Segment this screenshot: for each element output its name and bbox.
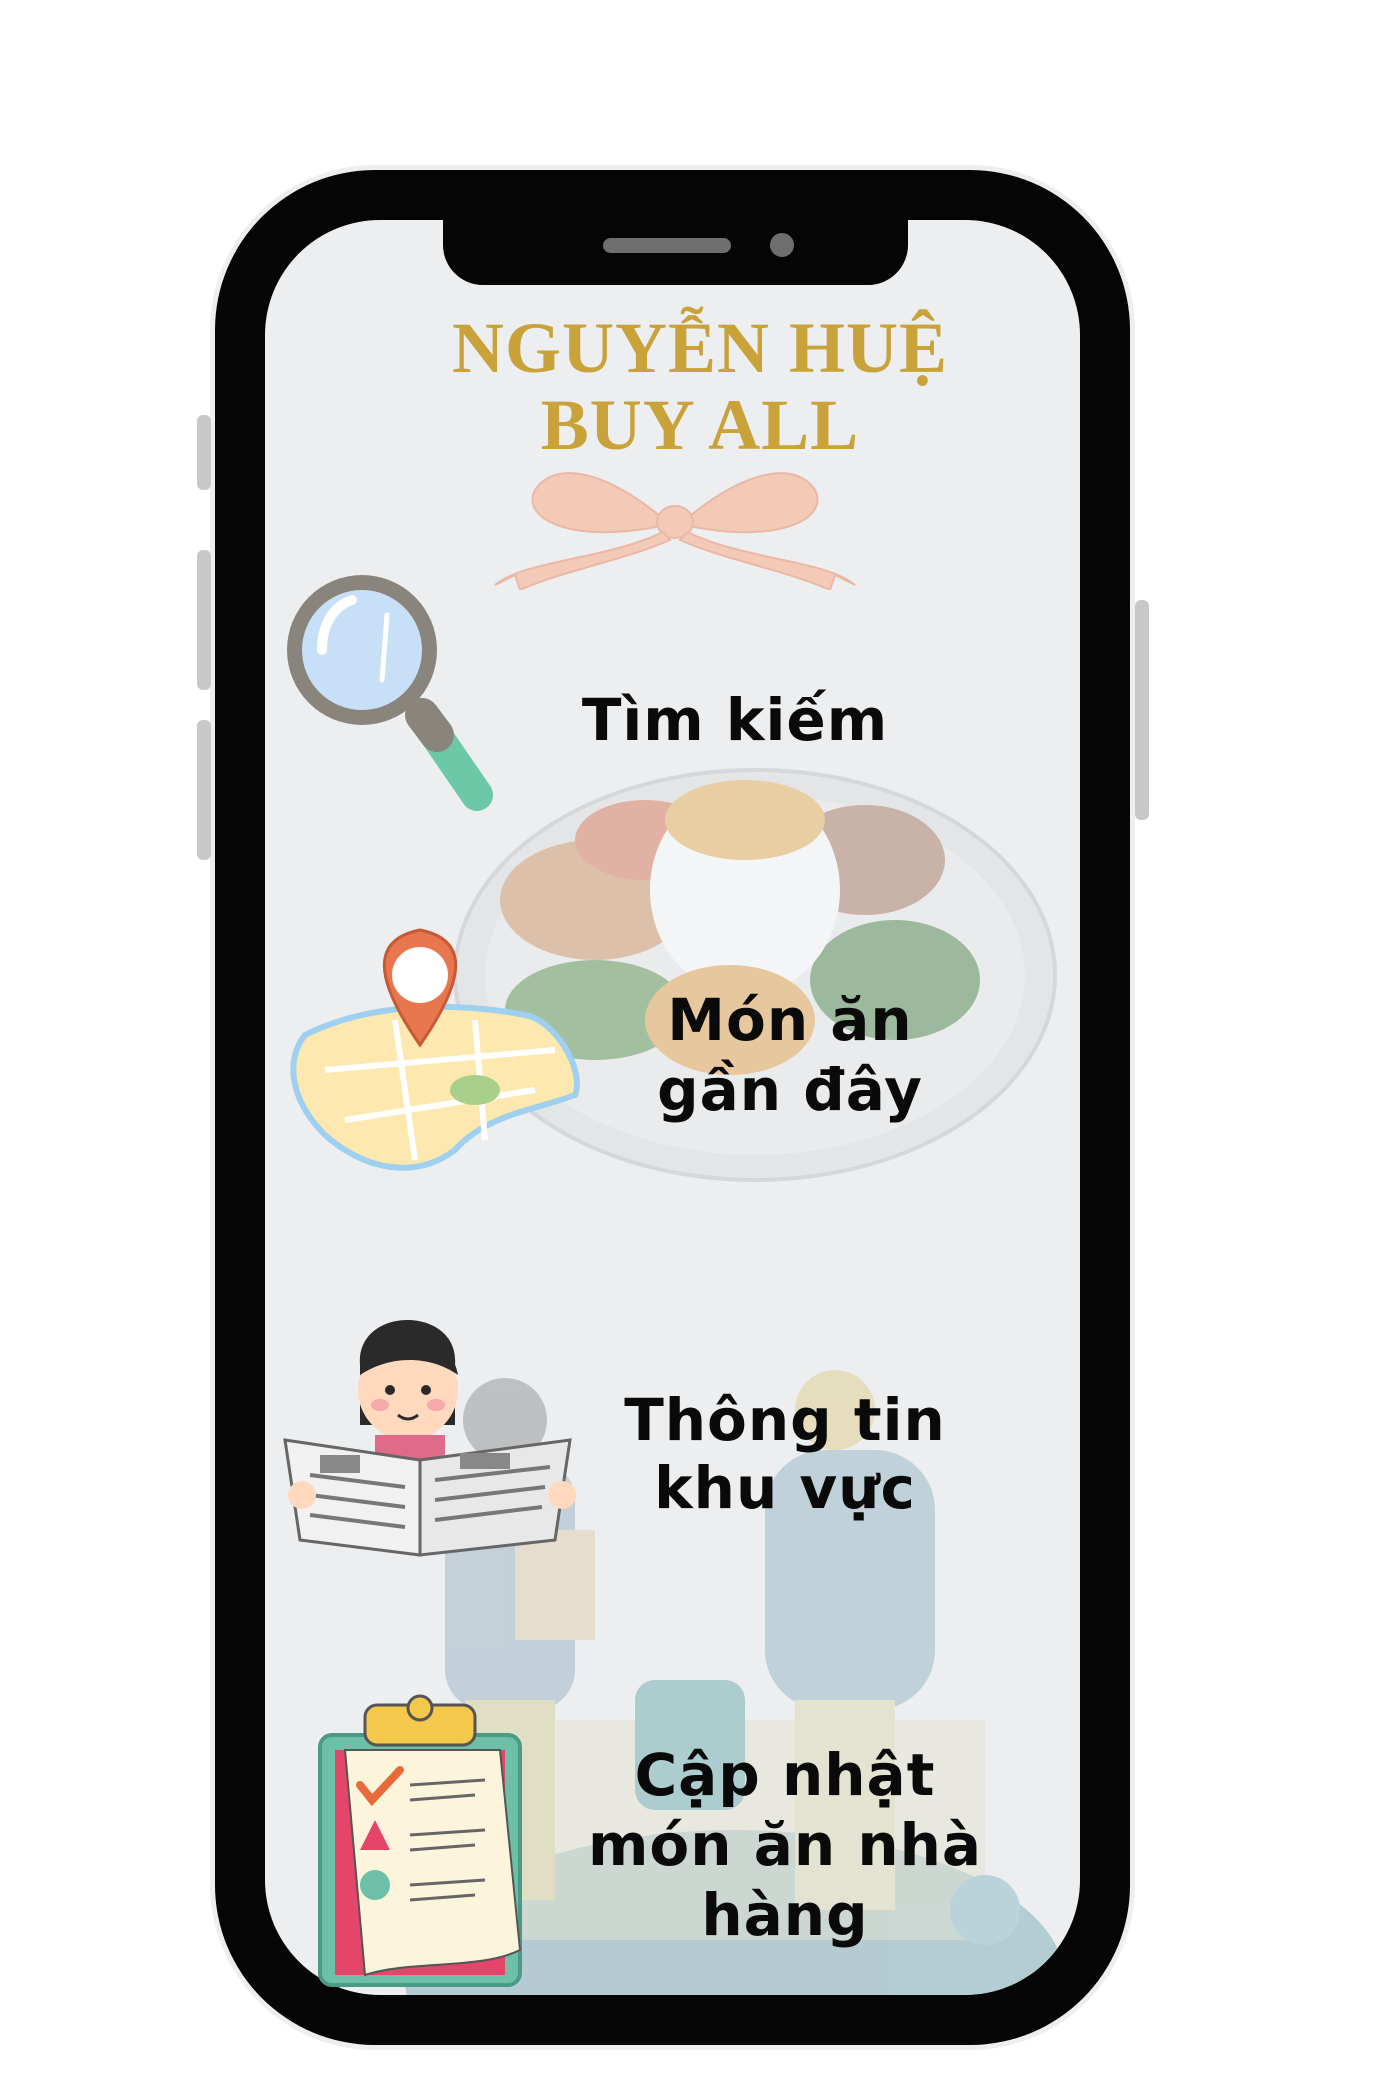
app-title-line-1: NGUYỄN HUỆ	[451, 308, 949, 388]
newspaper-reader-icon	[283, 1320, 576, 1557]
menu-label-update-dishes-line-2: món ăn nhà	[587, 1811, 983, 1879]
volume-up-button	[197, 550, 211, 690]
menu-item-nearby-food[interactable]: Món ăn gần đây	[265, 920, 1080, 1190]
menu-item-search[interactable]: Tìm kiếm	[265, 560, 1080, 820]
menu-label-update-dishes-line-3: hàng	[701, 1881, 869, 1949]
menu-label-area-info-line-1: Thông tin	[624, 1386, 946, 1454]
power-button	[1135, 600, 1149, 820]
menu-label-update-dishes-line-1: Cập nhật	[634, 1741, 936, 1809]
clipboard-checklist-icon	[318, 1694, 522, 1987]
menu-label-area-info-line-2: khu vực	[654, 1454, 916, 1522]
menu-label-nearby-food-line-2: gần đây	[657, 1056, 923, 1124]
volume-down-button	[197, 720, 211, 860]
front-camera	[770, 233, 794, 257]
map-pin-icon	[290, 928, 580, 1171]
magnifier-icon	[287, 575, 493, 811]
app-title-line-2: BUY ALL	[540, 385, 860, 465]
menu-label-nearby-food-line-1: Món ăn	[667, 986, 913, 1054]
menu-item-update-dishes[interactable]: Cập nhật món ăn nhà hàng	[265, 1690, 1080, 1990]
menu-item-area-info[interactable]: Thông tin khu vực	[265, 1295, 1080, 1565]
speaker-grille	[603, 238, 731, 253]
menu-label-search: Tìm kiếm	[581, 686, 889, 754]
